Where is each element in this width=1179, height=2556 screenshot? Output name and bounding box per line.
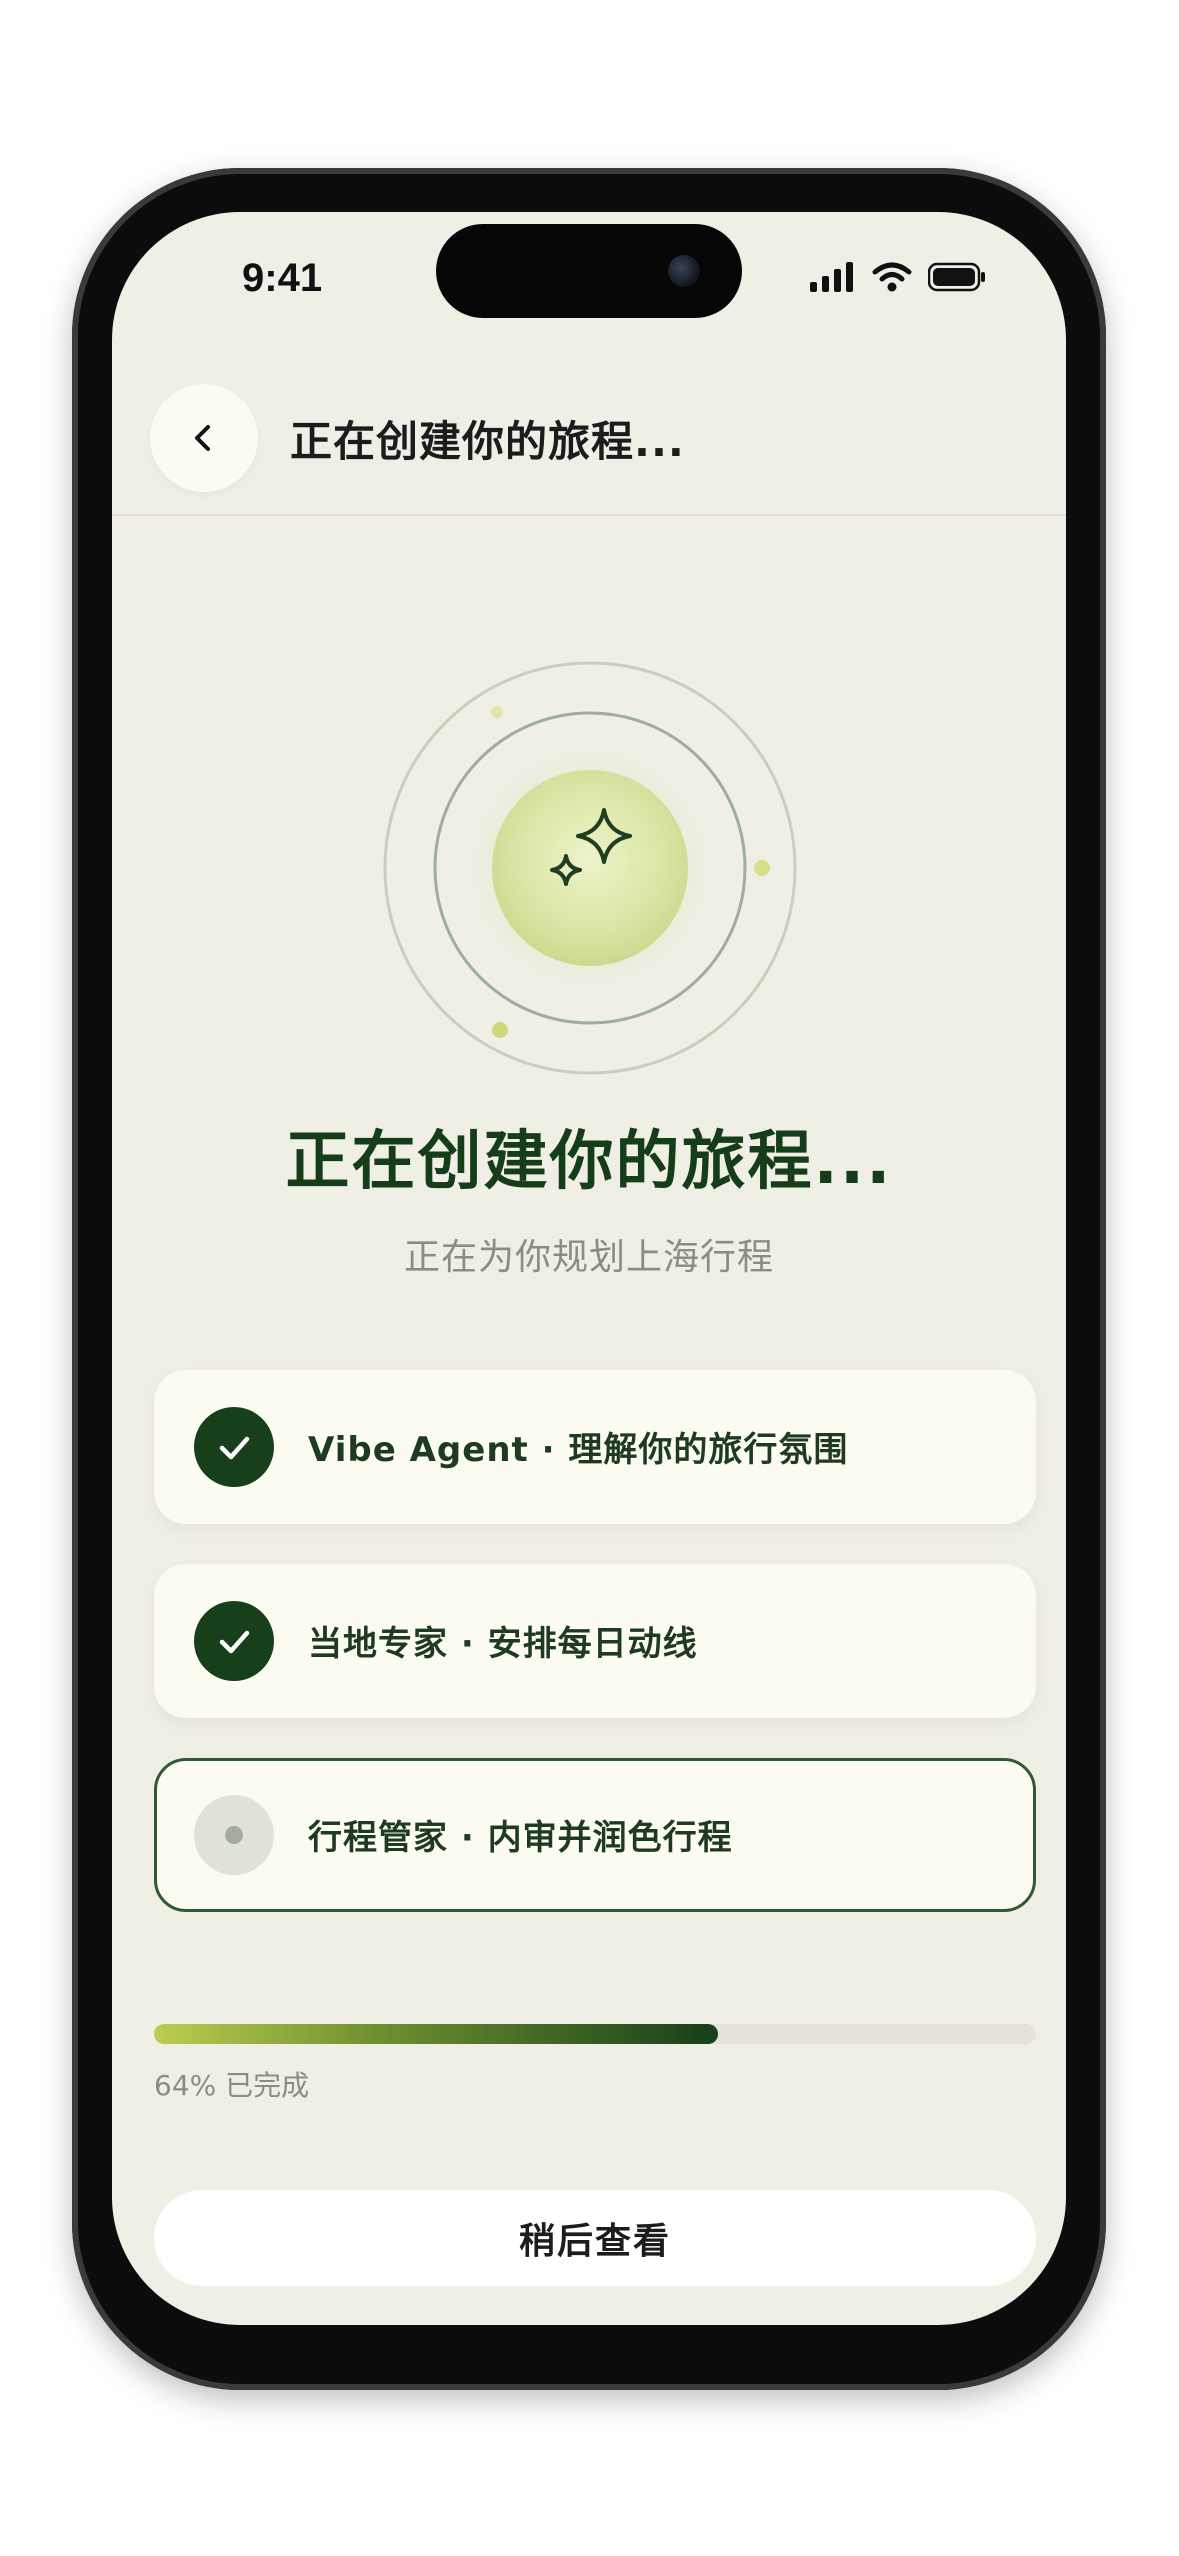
orbit-dot [491,706,503,718]
pending-dot-icon [225,1826,243,1844]
chevron-left-icon [195,425,210,451]
status-time: 9:41 [242,256,323,300]
page-title: 正在创建你的旅程... [290,417,685,466]
loading-orbit-animation [383,661,797,1075]
step-label: Vibe Agent · 理解你的旅行氛围 [308,1430,849,1470]
progress-fill [154,2024,719,2044]
step-card-local-expert: 当地专家 · 安排每日动线 [154,1564,1036,1718]
hero-title: 正在创建你的旅程... [285,1125,893,1199]
step-card-vibe-agent: Vibe Agent · 理解你的旅行氛围 [154,1370,1036,1524]
wifi-icon [872,262,912,292]
step-card-trip-butler: 行程管家 · 内审并润色行程 [154,1758,1036,1912]
top-nav-bar: 正在创建你的旅程... [112,362,1066,516]
hero-subtitle: 正在为你规划上海行程 [403,1237,774,1278]
dynamic-island [436,224,742,318]
step-label: 当地专家 · 安排每日动线 [308,1624,698,1664]
progress-bar [154,2024,1036,2044]
phone-frame: 9:41 正在创建你的旅程... 正在创建你的旅程... 正在为你规划上海行程 … [72,168,1106,2390]
battery-icon [928,262,985,292]
core-circle [492,770,688,966]
checkmark-icon [219,1630,250,1654]
orbit-dot [754,860,770,876]
step-label: 行程管家 · 内审并润色行程 [308,1818,733,1858]
view-later-button[interactable]: 稍后查看 [154,2190,1036,2286]
step-status-badge [194,1407,274,1487]
back-button[interactable] [150,384,258,492]
orbit-dot [492,1022,508,1038]
app-screen: 9:41 正在创建你的旅程... 正在创建你的旅程... 正在为你规划上海行程 … [112,212,1066,2325]
camera-icon [668,255,700,287]
checkmark-icon [219,1436,250,1460]
step-status-badge [194,1795,274,1875]
cellular-signal-icon [810,262,853,292]
step-status-badge [194,1601,274,1681]
progress-text: 64% 已完成 [154,2069,310,2102]
status-icons [810,262,988,292]
